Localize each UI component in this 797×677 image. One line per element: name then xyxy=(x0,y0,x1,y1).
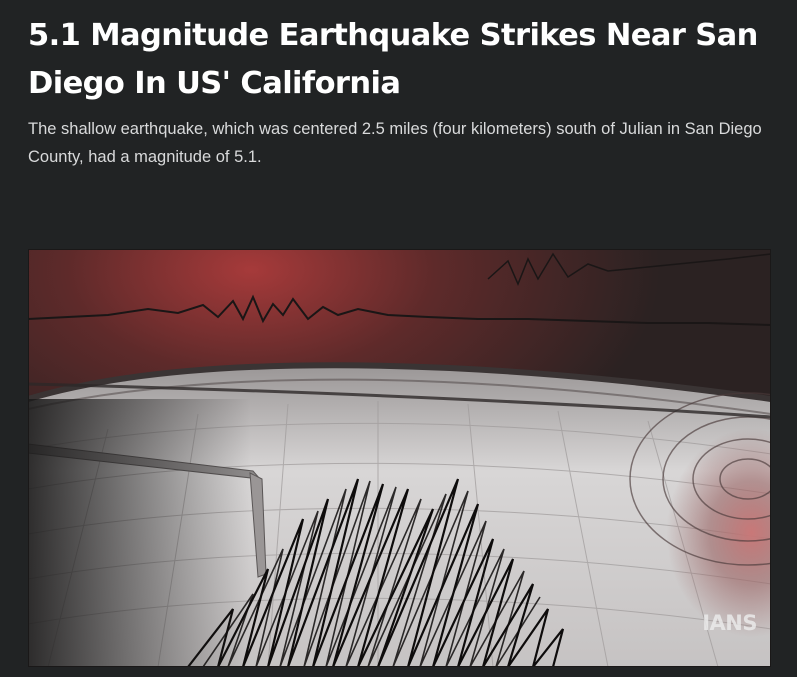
article-image[interactable]: IANS xyxy=(28,249,771,667)
article-summary: The shallow earthquake, which was center… xyxy=(28,120,762,166)
seismograph-illustration xyxy=(28,249,771,667)
article: 5.1 Magnitude Earthquake Strikes Near Sa… xyxy=(0,0,797,677)
article-headline[interactable]: 5.1 Magnitude Earthquake Strikes Near Sa… xyxy=(28,12,788,108)
image-credit-watermark: IANS xyxy=(702,611,757,635)
